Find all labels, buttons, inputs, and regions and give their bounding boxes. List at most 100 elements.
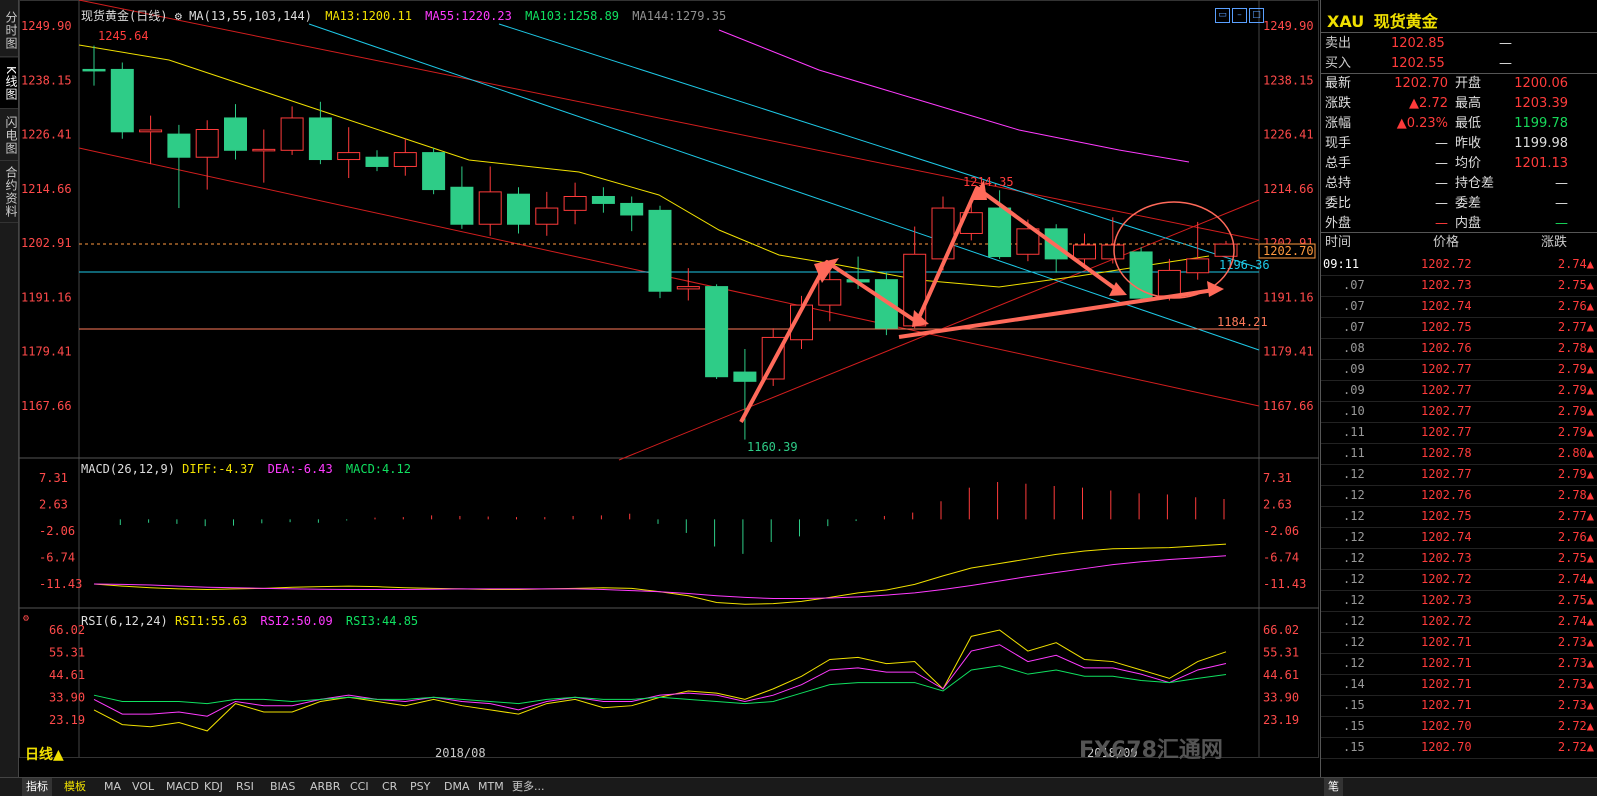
stat-label: 内盘 (1455, 216, 1482, 231)
tick-row: .12 1202.73 2.75▲ (1321, 548, 1597, 570)
tick-row: .12 1202.74 2.76▲ (1321, 527, 1597, 549)
candle-body (280, 117, 304, 151)
price-axis-tick-left: 1167.66 (21, 399, 72, 413)
tab-vol[interactable]: VOL (128, 778, 158, 796)
settings-icon[interactable]: ⚙ (175, 9, 182, 23)
red-channel-upper (78, 0, 1260, 241)
tick-time: .12 (1343, 593, 1365, 607)
tick-price: 1202.71 (1421, 677, 1472, 691)
tab-cr[interactable]: CR (378, 778, 401, 796)
tick-time: .15 (1343, 740, 1365, 754)
maximize-window-icon[interactable]: □ (1249, 8, 1264, 23)
tab-indicators[interactable]: 指标 (22, 778, 52, 796)
stat-value: 1199.98 (1514, 136, 1568, 151)
stat-label: 持仓差 (1455, 176, 1495, 191)
price-axis-tick-left: 1214.66 (21, 182, 72, 196)
macd-axis-tick-right: -2.06 (1263, 524, 1299, 538)
candle-body (818, 279, 842, 306)
stat-label: 最高 (1455, 96, 1482, 111)
minimize-window-icon[interactable]: – (1232, 8, 1247, 23)
tick-price: 1202.72 (1421, 257, 1472, 271)
tab-mtm[interactable]: MTM (474, 778, 508, 796)
tick-time: 09:11 (1323, 257, 1360, 271)
stat-value: ▲0.23% (1396, 116, 1448, 131)
ma103-value: MA103:1258.89 (525, 9, 620, 23)
restore-window-icon[interactable]: ▭ (1215, 8, 1230, 23)
symbol-name: 现货黄金 (1373, 12, 1438, 31)
tick-time: .12 (1343, 551, 1365, 565)
tick-price: 1202.72 (1421, 614, 1472, 628)
tick-price: 1202.71 (1421, 698, 1472, 712)
tick-row: .12 1202.73 2.75▲ (1321, 590, 1597, 612)
tick-row: .12 1202.75 2.77▲ (1321, 506, 1597, 528)
tick-time: .09 (1343, 362, 1365, 376)
tab-kline[interactable]: K线图 (0, 58, 18, 109)
stat-row: 现手 — 昨收 1199.98 (1321, 134, 1597, 154)
rsi-axis-tick-left: 55.31 (49, 646, 85, 660)
kline-chart-area[interactable]: 1249.90 1238.15 1226.41 1214.66 1202.91 1191.… (19, 0, 1319, 763)
tick-price: 1202.77 (1421, 404, 1472, 418)
tab-arbr[interactable]: ARBR (306, 778, 344, 796)
tab-pen[interactable]: 笔 (1324, 778, 1343, 796)
tick-change: 2.73▲ (1557, 698, 1594, 712)
stat-label: 现手 (1325, 136, 1352, 151)
rsi-settings-icon[interactable]: ⚙ (23, 613, 29, 624)
rsi2-line (93, 644, 1227, 717)
tick-header: 时间 价格 涨跌 (1325, 235, 1568, 250)
candle-body (110, 68, 134, 133)
tab-more[interactable]: 更多... (508, 778, 549, 796)
spacer (79, 0, 969, 460)
tick-change: 2.76▲ (1557, 530, 1594, 544)
stat-value: 1200.06 (1514, 76, 1568, 91)
candle-body (1073, 244, 1096, 260)
stat-row: 总持 — 持仓差 — (1321, 174, 1597, 194)
tab-dma[interactable]: DMA (440, 778, 474, 796)
tab-kdj[interactable]: KDJ (200, 778, 227, 796)
tab-psy[interactable]: PSY (406, 778, 434, 796)
ma144-value: MA144:1279.35 (632, 9, 727, 23)
tab-templates[interactable]: 模板 (60, 778, 90, 796)
indicator-toolbar: 指标 模板 MA VOL MACD KDJ RSI BIAS ARBR CCI … (0, 777, 1597, 796)
tab-flash-chart[interactable]: 闪电图 (0, 110, 18, 161)
tab-bias[interactable]: BIAS (266, 778, 299, 796)
stat-row: 外盘 — 内盘 — (1321, 214, 1597, 234)
tick-price: 1202.77 (1421, 383, 1472, 397)
stat-label: 委差 (1455, 196, 1482, 211)
tick-price: 1202.74 (1421, 299, 1472, 313)
tab-ma[interactable]: MA (100, 778, 125, 796)
watermark-logo: FX678汇通网 (1079, 738, 1223, 763)
tab-timeshare[interactable]: 分时图 (0, 4, 18, 57)
macd-axis-tick-left: -6.74 (39, 550, 75, 564)
tick-row: .15 1202.70 2.72▲ (1321, 737, 1597, 759)
tab-macd[interactable]: MACD (162, 778, 203, 796)
tick-row: .11 1202.77 2.79▲ (1321, 422, 1597, 444)
tab-rsi[interactable]: RSI (232, 778, 258, 796)
tick-price: 1202.76 (1421, 341, 1472, 355)
tick-row: .12 1202.72 2.74▲ (1321, 611, 1597, 633)
tab-contract-info[interactable]: 合约资料 (0, 162, 18, 223)
macd-diff-value: DIFF:-4.37 (182, 462, 255, 476)
tab-cci[interactable]: CCI (346, 778, 373, 796)
tick-change: 2.75▲ (1557, 593, 1594, 607)
tick-time: .07 (1343, 320, 1365, 334)
candle-body (337, 152, 361, 161)
tick-row: .09 1202.77 2.79▲ (1321, 380, 1597, 402)
tick-time: .12 (1343, 614, 1365, 628)
stat-value: — (1435, 216, 1448, 231)
candle-body (82, 68, 106, 72)
price-axis-tick-left: 1179.41 (21, 345, 72, 359)
tick-time: .12 (1343, 656, 1365, 670)
support-label: 1184.21 (1217, 315, 1268, 329)
tick-change: 2.78▲ (1557, 341, 1594, 355)
macd-axis-tick-left: -2.06 (39, 524, 75, 538)
price-axis-tick-right: 1226.41 (1263, 128, 1314, 142)
stat-value: — (1435, 156, 1448, 171)
candle-body (620, 202, 644, 216)
candle-body (1101, 244, 1125, 260)
tick-change: 2.79▲ (1557, 404, 1594, 418)
period-selector[interactable]: 日线▲ (25, 744, 64, 764)
kline-chart-svg[interactable]: 1249.90 1238.15 1226.41 1214.66 1202.91 1191.… (19, 0, 1319, 760)
stat-label: 总持 (1325, 176, 1352, 191)
macd-axis-tick-right: 2.63 (1263, 497, 1292, 511)
stat-label: 最新 (1325, 76, 1352, 91)
